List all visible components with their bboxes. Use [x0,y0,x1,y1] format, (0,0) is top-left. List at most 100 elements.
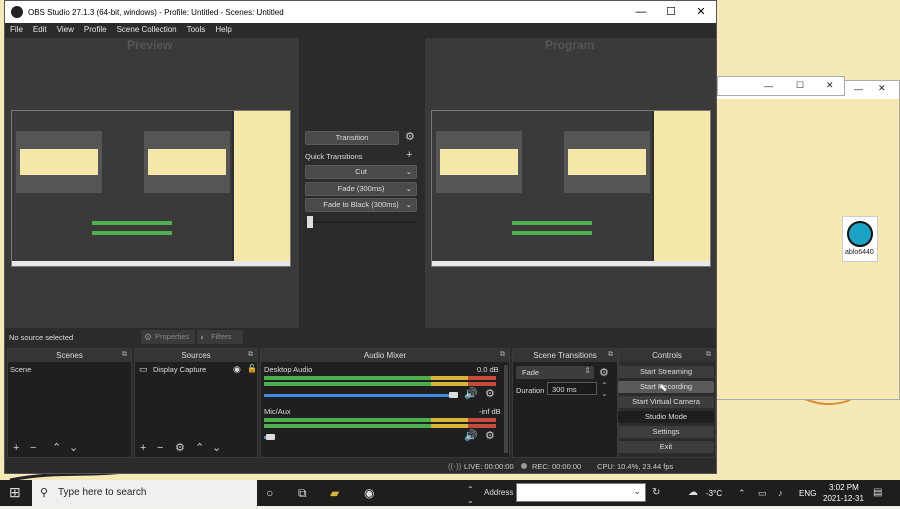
menu-help[interactable]: Help [210,23,236,37]
sources-dock: Sources ⧉ ▭ Display Capture ◉ 🔓 + − ⚙ ⌃ … [134,348,258,458]
undock-icon[interactable]: ⧉ [248,351,253,359]
cortana-icon[interactable]: ○ [266,485,273,501]
t-bar-track [305,221,417,223]
undock-icon[interactable]: ⧉ [608,351,613,359]
start-virtual-camera-button[interactable]: Start Virtual Camera [618,396,714,408]
refresh-icon[interactable]: ↻ [652,485,660,501]
undock-icon[interactable]: ⧉ [122,351,127,359]
menu-bar: File Edit View Profile Scene Collection … [5,23,716,37]
sources-title: Sources [135,349,257,362]
minimize-icon[interactable]: — [764,81,773,91]
rec-timer: REC: 00:00:00 [532,462,582,471]
close-icon[interactable]: ✕ [878,83,886,94]
scenes-dock: Scenes ⧉ Scene + − ⌃ ⌄ [7,348,132,458]
menu-scene-collection[interactable]: Scene Collection [112,23,182,37]
speaker-icon[interactable]: 🔊 [464,430,478,442]
program-pane[interactable]: Program [425,38,716,328]
clock-date[interactable]: 2021-12-31 [823,494,864,503]
move-up-icon[interactable]: ⌃ [195,442,204,454]
transition-select[interactable]: Fade ⇕ [516,366,594,379]
transition-properties-icon[interactable]: ⚙ [599,367,609,379]
obs-taskbar-icon[interactable]: ◉ [364,485,374,501]
exit-button[interactable]: Exit [618,441,714,453]
filters-button[interactable]: ◐ Filters [197,330,243,344]
chevron-down-icon: ⌄ [405,200,412,209]
source-item[interactable]: ▭ Display Capture ◉ 🔓 [137,364,257,376]
address-input[interactable]: ⌄ [516,483,646,502]
t-bar-handle[interactable] [307,216,313,228]
add-quick-transition-icon[interactable]: + [406,149,412,161]
maximize-button[interactable]: ☐ [656,1,686,23]
mixer-channel-desktop: Desktop Audio 0.0 dB 🔊 ⚙ [261,364,501,404]
close-icon[interactable]: ✕ [826,80,834,91]
desktop-avatar[interactable]: ablo6440 [842,216,878,262]
temperature: -3°C [706,489,723,498]
menu-tools[interactable]: Tools [182,23,211,37]
volume-meter [264,424,496,428]
notifications-icon[interactable]: ▤ [873,485,882,501]
duration-spinbox[interactable]: 300 ms [547,382,597,395]
eye-icon[interactable]: ◉ [233,364,241,375]
undock-icon[interactable]: ⧉ [706,351,711,359]
move-up-icon[interactable]: ⌃ [52,442,61,454]
transition-button[interactable]: Transition [305,131,399,145]
close-button[interactable]: ✕ [686,1,716,23]
preview-screen [11,110,291,267]
lock-icon[interactable]: 🔓 [247,364,257,373]
mixer-scrollbar[interactable] [504,365,508,453]
network-icon[interactable]: ▭ [758,485,767,501]
add-source-icon[interactable]: + [140,442,146,454]
audio-mixer-title: Audio Mixer [261,349,509,362]
move-down-icon[interactable]: ⌄ [212,442,221,454]
volume-slider-handle[interactable] [449,392,458,398]
quick-transition-cut[interactable]: Cut ⌄ [305,165,417,179]
minimize-button[interactable]: — [626,1,656,23]
monitor-icon: ▭ [139,364,148,374]
taskbar-search[interactable]: ⚲ Type here to search [32,480,257,506]
audio-mixer-dock: Audio Mixer ⧉ Desktop Audio 0.0 dB 🔊 ⚙ M… [260,348,510,458]
controls-title: Controls [619,349,715,362]
remove-scene-icon[interactable]: − [30,442,36,454]
chevron-up-icon[interactable]: ⌃ [738,485,746,501]
volume-slider[interactable] [264,394,454,397]
volume-icon[interactable]: ♪ [778,485,783,501]
volume-slider-handle[interactable] [266,434,275,440]
quick-transition-fade[interactable]: Fade (300ms) ⌄ [305,182,417,196]
quick-transition-fade-black[interactable]: Fade to Black (300ms) ⌄ [305,198,417,212]
file-explorer-icon[interactable]: ▰ [330,485,339,501]
chevron-down-icon: ⌄ [405,184,412,193]
window-title: OBS Studio 27.1.3 (64-bit, windows) - Pr… [28,7,284,17]
studio-mode-button[interactable]: Studio Mode [618,411,714,423]
add-scene-icon[interactable]: + [13,442,19,454]
gear-icon[interactable]: ⚙ [485,430,495,442]
menu-view[interactable]: View [52,23,79,37]
clock-time[interactable]: 3:02 PM [829,483,859,492]
menu-profile[interactable]: Profile [79,23,112,37]
language-indicator[interactable]: ENG [799,489,816,498]
start-streaming-button[interactable]: Start Streaming [618,366,714,378]
undock-icon[interactable]: ⧉ [500,351,505,359]
preview-pane[interactable]: Preview [5,38,299,328]
windows-start-icon[interactable]: ⊞ [9,484,21,500]
source-properties-icon[interactable]: ⚙ [175,442,185,454]
taskbar: ⊞ ⚲ Type here to search ○ ⧉ ▰ ◉ ⌃ ⌄ Addr… [0,480,900,506]
spin-down-icon[interactable]: ⌄ [601,389,608,398]
menu-file[interactable]: File [5,23,28,37]
menu-edit[interactable]: Edit [28,23,52,37]
gear-icon[interactable]: ⚙ [485,388,495,400]
scroll-down-icon[interactable]: ⌄ [467,493,474,509]
speaker-icon[interactable]: 🔊 [464,388,478,400]
maximize-icon[interactable]: ☐ [796,80,804,91]
task-view-icon[interactable]: ⧉ [298,485,307,501]
scene-item[interactable]: Scene [10,365,129,376]
channel-db: 0.0 dB [477,365,499,374]
minimize-icon[interactable]: — [854,84,863,94]
settings-button[interactable]: Settings [618,426,714,438]
transition-settings-icon[interactable]: ⚙ [405,131,415,143]
channel-name: Mic/Aux [264,407,291,416]
search-icon: ⚲ [40,487,49,499]
mouse-cursor-icon: ⬉ [659,383,668,394]
properties-button[interactable]: ⚙ Properties [141,330,195,344]
remove-source-icon[interactable]: − [157,442,163,454]
move-down-icon[interactable]: ⌄ [69,442,78,454]
